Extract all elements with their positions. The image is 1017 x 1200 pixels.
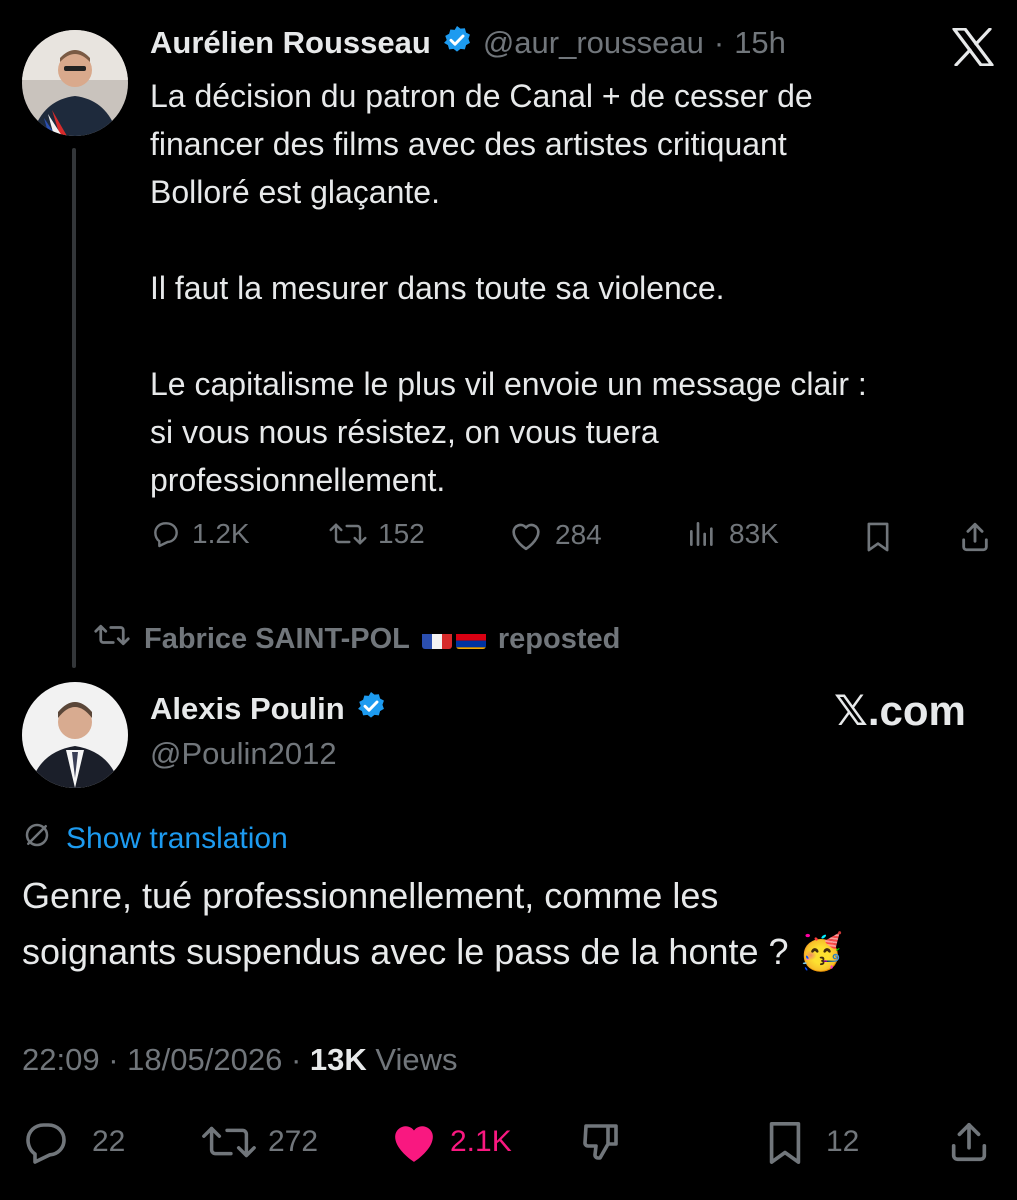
repost-count: 152 (378, 518, 425, 549)
reply-button[interactable]: 1.2K (150, 518, 250, 550)
share-icon (946, 1122, 992, 1173)
reply-count: 22 (92, 1125, 126, 1158)
bookmark-icon (762, 1118, 808, 1166)
author-name[interactable]: Aurélien Rousseau (150, 25, 431, 61)
bookmark-count: 12 (826, 1125, 860, 1158)
separator-dot: · (713, 24, 725, 60)
reply-text: Genre, tué professionnellement, comme le… (22, 875, 844, 972)
repost-suffix: reposted (497, 622, 621, 655)
share-icon (958, 522, 992, 560)
reply-count: 1.2K (192, 518, 250, 549)
repost-user[interactable]: Fabrice SAINT-POL (144, 623, 410, 656)
views-button[interactable]: 83K (685, 518, 779, 550)
author-handle[interactable]: @Poulin2012 (150, 736, 337, 772)
heart-filled-icon (388, 1120, 440, 1164)
bookmark-button[interactable] (862, 520, 894, 561)
like-button[interactable]: 2.1K (388, 1120, 512, 1164)
repost-icon (328, 518, 368, 550)
dislike-button[interactable] (578, 1118, 626, 1174)
france-flag-icon (421, 629, 452, 649)
separator-dot: · (290, 1042, 302, 1077)
x-logo-icon[interactable] (952, 27, 994, 67)
views-label: Views (375, 1042, 458, 1077)
repost-banner-icon (92, 620, 132, 658)
repost-button[interactable]: 272 (200, 1120, 318, 1164)
like-count: 2.1K (450, 1125, 512, 1158)
bookmark-button[interactable]: 12 (762, 1118, 859, 1166)
timestamp[interactable]: 15h (734, 25, 786, 61)
reply-button[interactable]: 22 (22, 1120, 125, 1164)
repost-icon (200, 1120, 258, 1164)
reply-icon (150, 518, 182, 550)
bookmark-icon (862, 522, 894, 560)
show-translation-link[interactable]: Show translation (22, 820, 288, 858)
heart-icon (507, 518, 545, 552)
author-handle[interactable]: @aur_rousseau (483, 25, 704, 61)
separator-dot: · (108, 1042, 119, 1077)
repost-count: 272 (268, 1125, 319, 1158)
translate-icon (22, 820, 52, 858)
x-com-watermark: 𝕏.com (834, 687, 966, 734)
share-button[interactable] (946, 1118, 992, 1174)
tweet-meta: 22:09 · 18/05/2026 · 13K Views (22, 1042, 458, 1078)
reply-actions: 22 272 2.1K 12 (22, 1118, 997, 1168)
reply-icon (22, 1120, 70, 1164)
like-count: 284 (555, 519, 602, 550)
views-count: 83K (729, 518, 779, 549)
views-count: 13K (309, 1042, 367, 1077)
thread-connector (72, 148, 76, 668)
post-date[interactable]: 18/05/2026 (127, 1042, 282, 1077)
tweet-header: Aurélien Rousseau @aur_rousseau · 15h (150, 24, 786, 61)
like-button[interactable]: 284 (507, 518, 602, 552)
avatar[interactable] (22, 682, 128, 788)
author-name[interactable]: Alexis Poulin (150, 691, 345, 727)
tweet-actions: 1.2K 152 284 83K (150, 518, 995, 562)
repost-banner: Fabrice SAINT-POL reposted (92, 620, 620, 658)
show-translation-label: Show translation (66, 822, 288, 855)
verified-badge-icon (441, 24, 473, 61)
share-button[interactable] (958, 520, 992, 561)
armenia-flag-icon (455, 629, 486, 649)
verified-badge-icon (355, 690, 387, 727)
tweet-text: La décision du patron de Canal + de cess… (150, 78, 867, 498)
reply-header: Alexis Poulin (150, 690, 387, 727)
avatar[interactable] (22, 30, 128, 136)
post-time[interactable]: 22:09 (22, 1042, 100, 1077)
thumbs-down-icon (578, 1124, 626, 1173)
analytics-icon (685, 518, 719, 550)
repost-button[interactable]: 152 (328, 518, 425, 550)
